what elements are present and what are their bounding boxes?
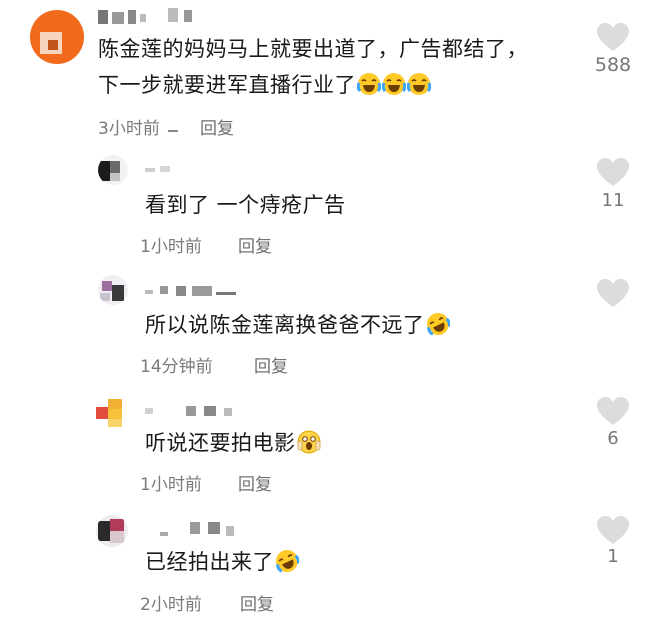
comment-time: 3小时前: [98, 119, 160, 139]
like-button[interactable]: [596, 515, 630, 549]
like-button[interactable]: [596, 396, 630, 430]
comment-text: 陈金莲的妈妈马上就要出道了，广告都结了，: [98, 34, 528, 64]
avatar[interactable]: [98, 155, 128, 185]
like-count: 11: [601, 190, 625, 211]
like-count: 588: [594, 54, 632, 76]
reply-button[interactable]: 回复: [240, 590, 274, 615]
comment-time: 1小时前: [140, 237, 202, 257]
rofl-icon: [275, 549, 301, 573]
reply-button[interactable]: 回复: [238, 232, 272, 257]
heart-icon: [597, 158, 629, 186]
reply-text-row: 所以说陈金莲离换爸爸不远了: [145, 310, 451, 340]
heart-icon: [597, 516, 629, 544]
avatar[interactable]: [30, 10, 84, 64]
reply-button[interactable]: 回复: [200, 114, 234, 139]
reply-text: 已经拍出来了: [145, 550, 274, 574]
shocked-icon: [297, 430, 321, 454]
laugh-cry-icon: [406, 72, 432, 96]
heart-icon: [597, 279, 629, 307]
like-button[interactable]: [596, 22, 630, 56]
reply-text-row: 听说还要拍电影: [145, 428, 321, 458]
rofl-icon: [426, 312, 451, 336]
reply-text-row: 已经拍出来了: [145, 547, 301, 577]
comment-time: 14分钟前: [140, 357, 213, 377]
like-count: 6: [607, 428, 619, 449]
comment-text-line2: 下一步就要进军直播行业了: [98, 73, 356, 97]
avatar[interactable]: [96, 515, 128, 547]
comment-text-line1: 陈金莲的妈妈马上就要出道了，广告都结了，: [98, 37, 528, 61]
reply-text: 所以说陈金莲离换爸爸不远了: [145, 313, 425, 337]
like-count: 1: [607, 546, 619, 567]
avatar[interactable]: [98, 275, 128, 305]
laugh-cry-icon: [381, 72, 407, 96]
reply-button[interactable]: 回复: [238, 470, 272, 495]
reply-button[interactable]: 回复: [254, 352, 288, 377]
laugh-cry-icon: [356, 72, 382, 96]
reply-text: 听说还要拍电影: [145, 431, 296, 455]
heart-icon: [597, 23, 629, 51]
comment-time: 1小时前: [140, 475, 202, 495]
avatar[interactable]: [96, 397, 128, 427]
like-button[interactable]: [596, 278, 630, 312]
comment-time: 2小时前: [140, 595, 202, 615]
like-button[interactable]: [596, 157, 630, 191]
reply-text: 看到了 一个痔疮广告: [145, 193, 346, 217]
comment-text-line2-row: 下一步就要进军直播行业了: [98, 70, 432, 100]
heart-icon: [597, 397, 629, 425]
